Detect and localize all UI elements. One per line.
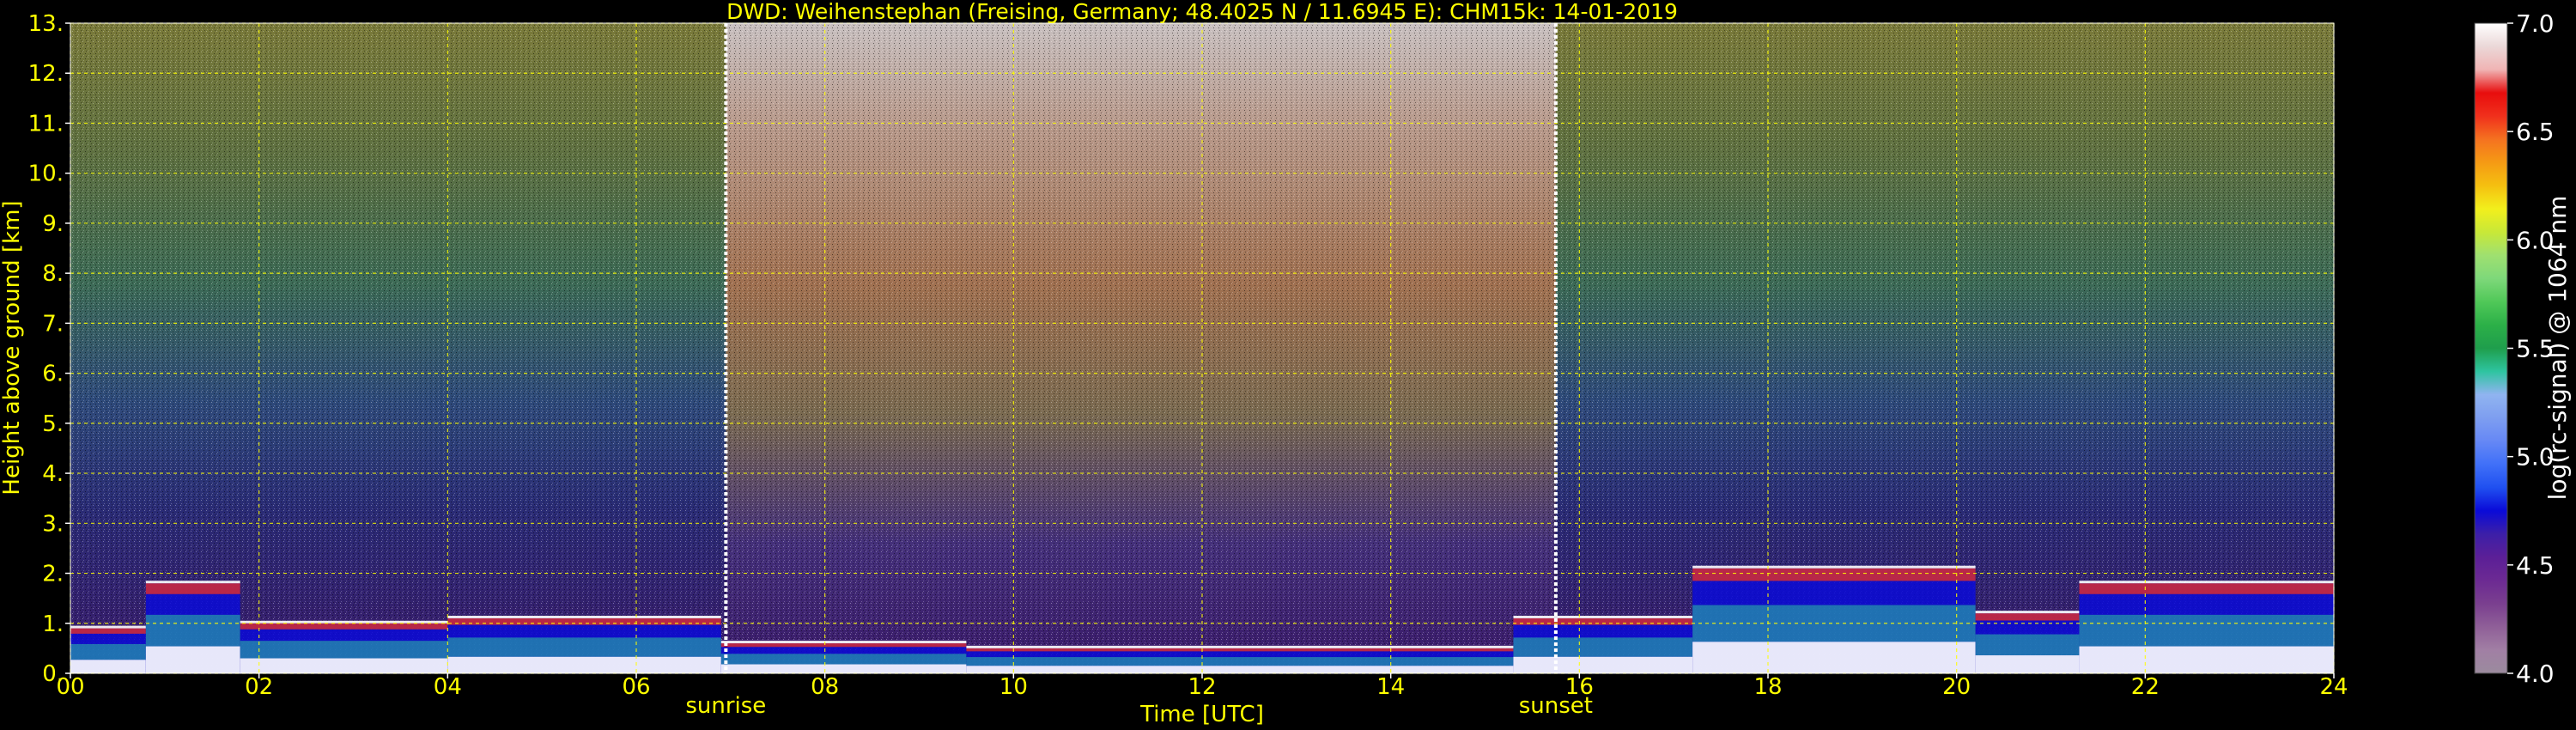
y-tick-2: 2. bbox=[42, 562, 64, 587]
x-tick-8: 16 bbox=[1565, 674, 1594, 700]
bl-mid-1 bbox=[145, 614, 240, 647]
colorbar: 4.04.55.05.56.06.57.0 log(rc-signal) @ 1… bbox=[2474, 9, 2572, 688]
bl-base-2 bbox=[240, 658, 448, 673]
bl-mid-9 bbox=[2079, 614, 2334, 647]
colorbar-bar bbox=[2474, 22, 2508, 674]
x-axis-label: Time [UTC] bbox=[1139, 702, 1264, 727]
bl-top-4 bbox=[720, 643, 967, 648]
x-tick-11: 22 bbox=[2131, 674, 2160, 700]
y-tick-10: 10. bbox=[28, 161, 64, 187]
y-tick-6: 6. bbox=[42, 362, 64, 387]
bl-base-7 bbox=[1692, 642, 1976, 673]
y-tick-11: 11. bbox=[28, 111, 64, 137]
cb-tick-6: 7.0 bbox=[2516, 9, 2555, 38]
y-tick-0: 0. bbox=[42, 661, 64, 687]
marker-label-sunrise: sunrise bbox=[685, 693, 766, 719]
cb-tick-0: 4.0 bbox=[2516, 660, 2555, 688]
x-tick-7: 14 bbox=[1376, 674, 1405, 700]
x-tick-4: 08 bbox=[811, 674, 839, 700]
bl-edge-7 bbox=[1692, 565, 1976, 569]
bl-mid-3 bbox=[447, 637, 721, 657]
x-tick-5: 10 bbox=[999, 674, 1028, 700]
ceilometer-chart: sunrise sunset 00 02 04 06 08 10 12 14 16 18 20 22 24… bbox=[0, 0, 2572, 727]
x-tick-12: 24 bbox=[2319, 674, 2348, 700]
bl-base-9 bbox=[2079, 646, 2334, 673]
bl-edge-0 bbox=[70, 625, 146, 629]
y-tick-1: 1. bbox=[42, 611, 64, 637]
bl-base-3 bbox=[447, 656, 721, 673]
bl-base-5 bbox=[966, 666, 1514, 673]
x-tick-10: 20 bbox=[1942, 674, 1971, 700]
bl-mid-8 bbox=[1975, 634, 2080, 656]
bl-top-5 bbox=[966, 648, 1514, 652]
y-tick-12: 12. bbox=[28, 61, 64, 87]
bl-top-6 bbox=[1513, 617, 1693, 625]
bl-edge-6 bbox=[1513, 615, 1693, 618]
y-tick-13: 13. bbox=[28, 11, 64, 37]
cb-tick-1: 4.5 bbox=[2516, 551, 2555, 580]
x-axis-ticks: 00 02 04 06 08 10 12 14 16 18 20 22 24 bbox=[56, 673, 2348, 700]
bl-top-8 bbox=[1975, 613, 2080, 621]
y-axis-label: Height above ground [km] bbox=[0, 200, 25, 495]
bl-mid-5 bbox=[966, 657, 1514, 666]
bl-edge-3 bbox=[447, 615, 721, 618]
y-tick-8: 8. bbox=[42, 261, 64, 287]
bl-edge-4 bbox=[720, 641, 967, 644]
bl-top-9 bbox=[2079, 583, 2334, 594]
bl-top-1 bbox=[145, 583, 240, 594]
bl-mid-0 bbox=[70, 643, 146, 660]
bl-base-0 bbox=[70, 660, 146, 673]
chart-title: DWD: Weihenstephan (Freising, Germany; 4… bbox=[726, 0, 1678, 24]
x-tick-6: 12 bbox=[1188, 674, 1216, 700]
bl-mid-4 bbox=[720, 654, 967, 665]
x-tick-1: 02 bbox=[245, 674, 273, 700]
y-tick-9: 9. bbox=[42, 211, 64, 237]
bl-edge-1 bbox=[145, 581, 240, 584]
bl-mid-2 bbox=[240, 641, 448, 659]
bl-top-2 bbox=[240, 623, 448, 630]
bl-base-8 bbox=[1975, 655, 2080, 673]
bl-base-4 bbox=[720, 664, 967, 673]
bl-base-6 bbox=[1513, 656, 1693, 673]
bl-edge-5 bbox=[966, 645, 1514, 648]
x-tick-2: 04 bbox=[434, 674, 462, 700]
bl-top-7 bbox=[1692, 568, 1976, 581]
bl-mid-6 bbox=[1513, 637, 1693, 657]
x-tick-3: 06 bbox=[622, 674, 650, 700]
bl-edge-8 bbox=[1975, 611, 2080, 614]
bl-top-3 bbox=[447, 617, 721, 625]
y-tick-4: 4. bbox=[42, 461, 64, 487]
y-tick-3: 3. bbox=[42, 511, 64, 537]
bl-top-0 bbox=[70, 628, 146, 634]
bl-edge-9 bbox=[2079, 581, 2334, 584]
y-tick-7: 7. bbox=[42, 311, 64, 337]
cb-tick-5: 6.5 bbox=[2516, 118, 2555, 146]
bl-base-1 bbox=[145, 646, 240, 673]
x-tick-9: 18 bbox=[1753, 674, 1782, 700]
y-axis-ticks: 0. 1. 2. 3. 4. 5. 6. 7. 8. 9. 10. 11. 12. 13. bbox=[28, 11, 70, 687]
y-tick-5: 5. bbox=[42, 411, 64, 437]
colorbar-label: log(rc-signal) @ 1064 nm bbox=[2543, 196, 2572, 501]
